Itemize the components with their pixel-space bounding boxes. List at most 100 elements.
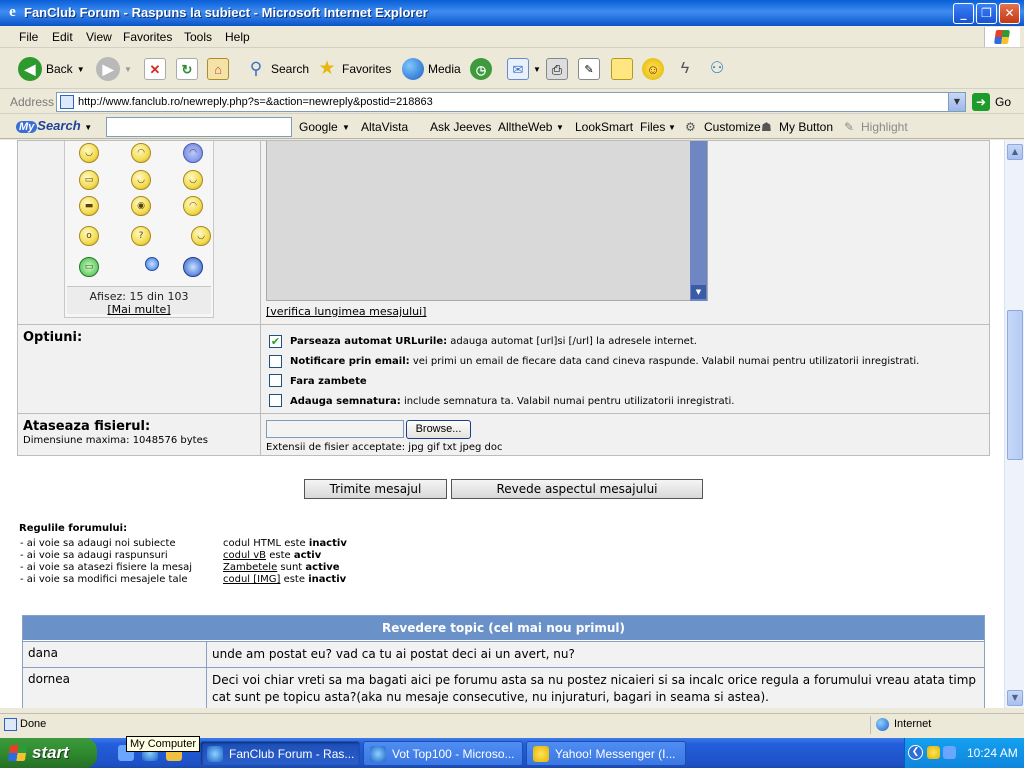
- vb-code-rule: codul vB este activ: [223, 550, 321, 561]
- smiley-sperm-icon[interactable]: [145, 257, 159, 271]
- engine-altavista[interactable]: AltaVista: [361, 120, 408, 134]
- parse-urls-checkbox[interactable]: ✔: [269, 335, 282, 348]
- stop-button[interactable]: ✕: [144, 55, 166, 83]
- windows-logo: [984, 27, 1020, 47]
- history-button[interactable]: ◷: [470, 55, 492, 83]
- highlight-button[interactable]: Highlight: [861, 120, 908, 134]
- windows-flag-icon: [7, 745, 28, 761]
- smiley-sad-icon[interactable]: ◠: [131, 143, 151, 163]
- yahoo-tray-icon[interactable]: [927, 746, 940, 759]
- media-button[interactable]: Media: [402, 55, 461, 83]
- edit-icon: ✎: [578, 58, 600, 80]
- network-tray-icon[interactable]: [943, 746, 956, 759]
- forward-dropdown-icon[interactable]: ▼: [124, 65, 132, 74]
- refresh-icon: ↻: [176, 58, 198, 80]
- message-textarea[interactable]: [266, 141, 708, 301]
- address-dropdown-icon[interactable]: ▼: [948, 93, 965, 111]
- forward-button[interactable]: ▶ ▼: [96, 55, 132, 83]
- mail-dropdown-icon[interactable]: ▼: [533, 65, 541, 74]
- favorites-button[interactable]: ★ Favorites: [316, 55, 391, 83]
- lightning-icon: ϟ: [680, 60, 690, 77]
- img-code-link[interactable]: codul [IMG]: [223, 574, 280, 585]
- maximize-button[interactable]: ❐: [976, 3, 997, 24]
- smiley-angel-icon[interactable]: ◡: [191, 226, 211, 246]
- img-code-rule: codul [IMG] este inactiv: [223, 574, 346, 585]
- mysearch-input[interactable]: [106, 117, 292, 137]
- mysearch-logo[interactable]: My Search ▼: [16, 118, 92, 133]
- more-smilies-link[interactable]: [Mai multe]: [107, 303, 170, 316]
- search-button[interactable]: ⚲ Search: [245, 55, 309, 83]
- task-vot-top100[interactable]: Vot Top100 - Microso...: [363, 741, 523, 766]
- back-label: Back: [46, 62, 73, 76]
- rule-item: - ai voie sa modifici mesajele tale: [20, 574, 188, 585]
- preview-button[interactable]: Revede aspectul mesajului: [451, 479, 703, 499]
- alltheweb-dropdown-icon[interactable]: ▼: [556, 123, 564, 132]
- back-dropdown-icon[interactable]: ▼: [77, 65, 85, 74]
- address-input[interactable]: http://www.fanclub.ro/newreply.php?s=&ac…: [56, 92, 966, 112]
- close-button[interactable]: ✕: [999, 3, 1020, 24]
- smilies-link[interactable]: Zambetele: [223, 562, 277, 573]
- messenger-smiley-button[interactable]: ☺: [642, 55, 664, 83]
- customize-button[interactable]: Customize: [704, 120, 761, 134]
- menu-file[interactable]: File: [19, 30, 38, 44]
- textarea-scrollbar[interactable]: ▼: [690, 141, 707, 301]
- engine-alltheweb[interactable]: AlltheWeb: [498, 120, 552, 134]
- my-button[interactable]: My Button: [779, 120, 833, 134]
- scroll-up-icon[interactable]: ▲: [1007, 144, 1023, 160]
- show-hidden-icons-button[interactable]: ❮: [908, 745, 923, 760]
- zone-label: Internet: [894, 718, 932, 730]
- tools-button[interactable]: ϟ: [674, 55, 696, 83]
- email-notify-checkbox[interactable]: [269, 355, 282, 368]
- home-button[interactable]: ⌂: [207, 55, 229, 83]
- smiley-cry-icon[interactable]: ◠: [183, 143, 203, 163]
- google-dropdown-icon[interactable]: ▼: [342, 123, 350, 132]
- refresh-button[interactable]: ↻: [176, 55, 198, 83]
- people-button[interactable]: ⚇: [706, 55, 728, 83]
- submit-reply-button[interactable]: Trimite mesajul: [304, 479, 447, 499]
- menu-favorites[interactable]: Favorites: [123, 30, 172, 44]
- discuss-button[interactable]: [611, 55, 633, 83]
- smiley-laugh-icon[interactable]: ◡: [183, 170, 203, 190]
- smiley-cool-icon[interactable]: ▬: [79, 196, 99, 216]
- task-fanclub-forum[interactable]: FanClub Forum - Ras...: [200, 741, 360, 766]
- files-button[interactable]: Files: [640, 120, 665, 134]
- engine-askjeeves[interactable]: Ask Jeeves: [430, 120, 491, 134]
- smiley-happy-icon[interactable]: ◡: [79, 143, 99, 163]
- menu-edit[interactable]: Edit: [52, 30, 73, 44]
- scroll-down-icon[interactable]: ▼: [1007, 690, 1023, 706]
- files-dropdown-icon[interactable]: ▼: [668, 123, 676, 132]
- smiley-confused-icon[interactable]: ?: [131, 226, 151, 246]
- edit-button[interactable]: ✎: [578, 55, 600, 83]
- signature-checkbox[interactable]: [269, 394, 282, 407]
- menu-help[interactable]: Help: [225, 30, 250, 44]
- post-author: dana: [28, 646, 58, 660]
- scroll-thumb[interactable]: [1007, 310, 1023, 460]
- file-path-input[interactable]: [266, 420, 404, 438]
- engine-google[interactable]: Google: [299, 120, 338, 134]
- no-smilies-checkbox[interactable]: [269, 374, 282, 387]
- smiley-bomb-icon[interactable]: [183, 257, 203, 277]
- smiley-grin-icon[interactable]: ▭: [79, 170, 99, 190]
- minimize-button[interactable]: _: [953, 3, 974, 24]
- mail-button[interactable]: ✉ ▼: [507, 55, 541, 83]
- engine-looksmart[interactable]: LookSmart: [575, 120, 633, 134]
- vb-code-link[interactable]: codul vB: [223, 550, 266, 561]
- smiley-rolleyes-icon[interactable]: ◉: [131, 196, 151, 216]
- search-label: Search: [271, 62, 310, 76]
- back-button[interactable]: ◀ Back ▼: [18, 55, 85, 83]
- menu-view[interactable]: View: [86, 30, 112, 44]
- page-scrollbar[interactable]: ▲ ▼: [1004, 140, 1024, 708]
- go-button[interactable]: ➜ Go: [972, 93, 1011, 111]
- menu-tools[interactable]: Tools: [184, 30, 212, 44]
- smiley-shocked-icon[interactable]: o: [79, 226, 99, 246]
- start-button[interactable]: start: [0, 738, 97, 768]
- ie-task-icon: [370, 746, 386, 762]
- smiley-frown-icon[interactable]: ◠: [183, 196, 203, 216]
- task-yahoo-messenger[interactable]: Yahoo! Messenger (I...: [526, 741, 686, 766]
- textarea-scroll-down-icon[interactable]: ▼: [691, 285, 706, 299]
- check-length-link[interactable]: [verifica lungimea mesajului]: [266, 305, 426, 318]
- smiley-thumbsup-icon[interactable]: ▭: [79, 257, 99, 277]
- print-button[interactable]: ⎙: [546, 55, 568, 83]
- browse-button[interactable]: Browse...: [406, 420, 471, 439]
- smiley-smile-icon[interactable]: ◡: [131, 170, 151, 190]
